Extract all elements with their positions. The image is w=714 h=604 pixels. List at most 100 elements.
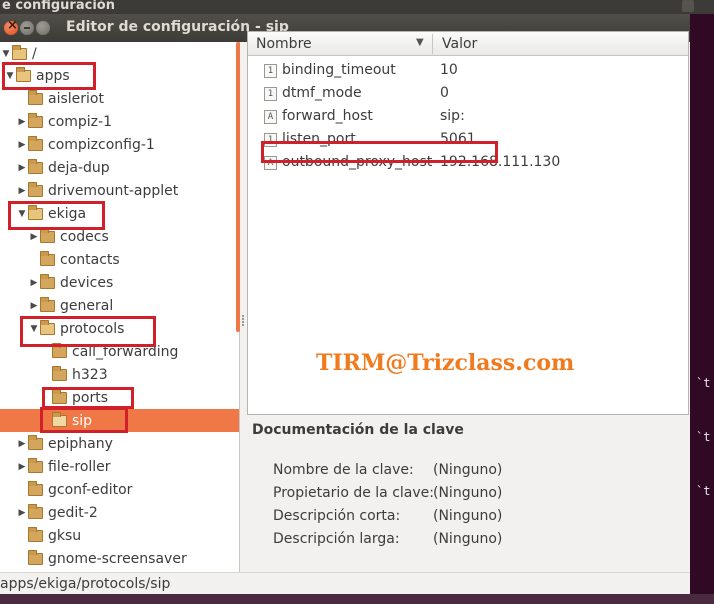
minimize-icon[interactable] (20, 21, 34, 35)
background-window-bar: e configuración (0, 0, 714, 14)
column-header-name[interactable]: Nombre (256, 36, 312, 52)
integer-type-icon: 1 (264, 64, 277, 78)
annotation-box-listen-port (261, 141, 498, 163)
key-value-cell[interactable]: 0 (440, 85, 449, 101)
folder-icon (28, 434, 43, 450)
desktop-bottom (0, 594, 714, 604)
documentation-value: (Ninguno) (433, 462, 503, 478)
folder-icon (40, 227, 55, 243)
chevron-right-icon[interactable]: ▶ (16, 439, 28, 449)
background-window-title: e configuración (2, 0, 115, 13)
annotation-box-protocols (20, 316, 156, 347)
folder-icon (28, 549, 43, 565)
tree-item[interactable]: ▶ deja-dup (0, 156, 239, 179)
status-bar: apps/ekiga/protocols/sip (0, 572, 690, 594)
tree-item[interactable]: ▶ file-roller (0, 455, 239, 478)
chevron-right-icon[interactable]: ▶ (28, 278, 40, 288)
documentation-label: Descripción larga: (273, 531, 400, 547)
table-row[interactable]: 1 dtmf_mode 0 (248, 83, 688, 106)
tree-item-label: drivemount-applet (48, 182, 179, 199)
chevron-right-icon[interactable]: ▶ (16, 462, 28, 472)
folder-icon (28, 89, 43, 105)
key-name-cell: forward_host (282, 108, 373, 124)
close-icon[interactable] (4, 18, 18, 35)
annotation-box-sip (40, 407, 128, 433)
folder-icon (28, 480, 43, 496)
chevron-right-icon[interactable]: ▶ (28, 301, 40, 311)
chevron-down-icon[interactable]: ▼ (0, 49, 12, 59)
tree-item[interactable]: ▶ epiphany (0, 432, 239, 455)
tree-item-label: general (60, 297, 114, 314)
folder-icon (52, 365, 67, 381)
tree-item-label: compiz-1 (48, 113, 112, 130)
documentation-label: Nombre de la clave: (273, 462, 414, 478)
tree-scrollbar[interactable] (236, 42, 240, 332)
folder-icon (40, 296, 55, 312)
tree-item-label: devices (60, 274, 114, 291)
folder-icon (40, 250, 55, 266)
key-name-cell: binding_timeout (282, 62, 396, 78)
documentation-label: Propietario de la clave: (273, 485, 434, 501)
documentation-title: Documentación de la clave (252, 422, 464, 438)
tree-item[interactable]: ▶ gedit-2 (0, 501, 239, 524)
key-name-cell: dtmf_mode (282, 85, 362, 101)
key-value-cell[interactable]: 10 (440, 62, 458, 78)
documentation-value: (Ninguno) (433, 485, 503, 501)
folder-icon (28, 503, 43, 519)
folder-icon (28, 457, 43, 473)
folder-icon (28, 181, 43, 197)
tree-item-label: gconf-editor (48, 481, 133, 498)
table-header: Nombre ▼ Valor (248, 32, 688, 56)
folder-icon (12, 44, 27, 60)
chevron-right-icon[interactable]: ▶ (16, 117, 28, 127)
background-close-icon[interactable] (682, 0, 694, 12)
tree-item[interactable]: contacts (0, 248, 239, 271)
key-tree[interactable]: ▼ / ▼ apps aisleriot ▶ compiz-1 ▶ compizconfig… (0, 42, 240, 580)
folder-icon (28, 158, 43, 174)
tree-item-label: gnome-screensaver (48, 550, 187, 567)
folder-icon (52, 342, 67, 358)
annotation-box-ekiga (8, 201, 105, 230)
column-divider[interactable] (432, 34, 433, 54)
terminal-text: `t (696, 430, 711, 444)
documentation-row: Nombre de la clave: (Ninguno) (273, 462, 502, 478)
tree-item[interactable]: ▶ compizconfig-1 (0, 133, 239, 156)
pane-splitter-handle[interactable] (240, 314, 246, 330)
tree-item-label: compizconfig-1 (48, 136, 155, 153)
chevron-right-icon[interactable]: ▶ (16, 140, 28, 150)
documentation-value: (Ninguno) (433, 531, 503, 547)
documentation-row: Propietario de la clave: (Ninguno) (273, 485, 502, 501)
chevron-right-icon[interactable]: ▶ (16, 163, 28, 173)
tree-item[interactable]: ▶ drivemount-applet (0, 179, 239, 202)
terminal-edge: `t `t `t (690, 14, 714, 604)
documentation-value: (Ninguno) (433, 508, 503, 524)
table-row[interactable]: 1 binding_timeout 10 (248, 60, 688, 83)
folder-icon (28, 112, 43, 128)
integer-type-icon: 1 (264, 87, 277, 101)
tree-item-label: / (32, 45, 37, 62)
table-row[interactable]: Aforward_host sip: (248, 106, 688, 129)
gconf-editor-window: Editor de configuración - sip ▼ / ▼appsa… (0, 14, 690, 594)
tree-item-label: aisleriot (48, 90, 104, 107)
tree-item[interactable]: aisleriot (0, 87, 239, 110)
tree-item-label: contacts (60, 251, 120, 268)
chevron-right-icon[interactable]: ▶ (16, 186, 28, 196)
chevron-right-icon[interactable]: ▶ (16, 508, 28, 518)
chevron-right-icon[interactable]: ▶ (28, 232, 40, 242)
tree-item[interactable]: ▶ devices (0, 271, 239, 294)
tree-item[interactable]: h323 (0, 363, 239, 386)
tree-item[interactable]: gksu (0, 524, 239, 547)
tree-item[interactable]: gnome-screensaver (0, 547, 239, 570)
tree-item-label: epiphany (48, 435, 113, 452)
tree-item-label: gksu (48, 527, 82, 544)
column-header-value[interactable]: Valor (442, 36, 477, 52)
tree-item[interactable]: ▶ general (0, 294, 239, 317)
string-type-icon: A (264, 110, 277, 124)
watermark-text: TIRM@Trizclass.com (316, 350, 575, 376)
key-value-cell[interactable]: sip: (440, 108, 465, 124)
sort-chevron-down-icon[interactable]: ▼ (416, 37, 424, 48)
tree-item[interactable]: ▶ compiz-1 (0, 110, 239, 133)
tree-item-label: codecs (60, 228, 109, 245)
maximize-icon[interactable] (36, 21, 50, 35)
tree-item[interactable]: gconf-editor (0, 478, 239, 501)
